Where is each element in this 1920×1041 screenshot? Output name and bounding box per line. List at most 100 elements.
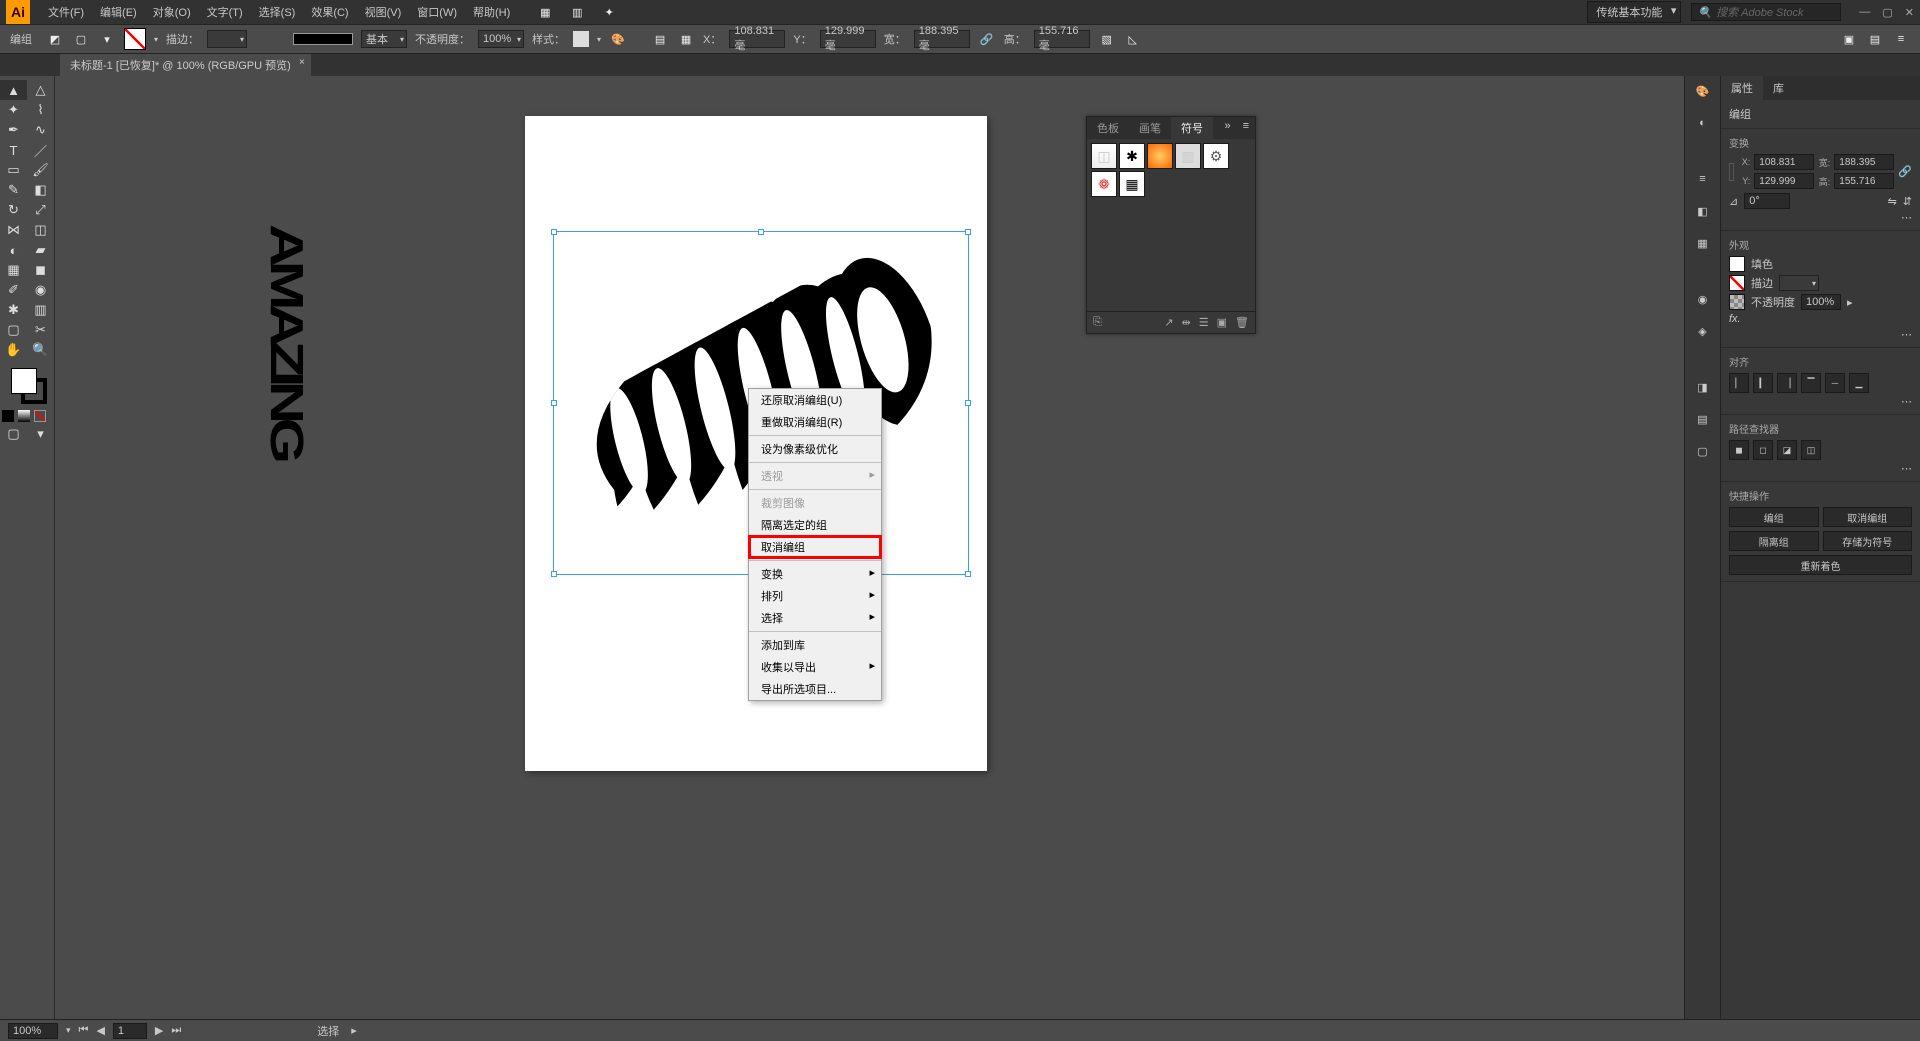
symbol-item[interactable]: [1147, 143, 1173, 169]
align-top[interactable]: ▔: [1801, 373, 1821, 393]
x-value[interactable]: 108.831: [1754, 154, 1814, 170]
color-mode-gradient[interactable]: [18, 410, 30, 422]
link-wh-icon[interactable]: 🔗: [1898, 165, 1912, 178]
workspace-switcher[interactable]: 传统基本功能 ▾: [1587, 1, 1681, 23]
opacity-dropdown[interactable]: 100%: [478, 30, 524, 48]
nav-last-icon[interactable]: ⏭: [171, 1024, 181, 1037]
layers-panel-icon[interactable]: ◨: [1692, 376, 1714, 398]
cm-isolate[interactable]: 隔离选定的组: [749, 514, 881, 536]
appearance-panel-icon[interactable]: ◉: [1692, 288, 1714, 310]
menu-help[interactable]: 帮助(H): [465, 4, 518, 20]
direct-selection-tool[interactable]: △: [27, 80, 54, 100]
search-input[interactable]: 🔍搜索 Adobe Stock: [1691, 3, 1841, 21]
nav-prev-icon[interactable]: ◀: [96, 1024, 104, 1037]
type-tool[interactable]: T: [0, 140, 27, 160]
cm-redo[interactable]: 重做取消编组(R): [749, 411, 881, 433]
y-value[interactable]: 129.999: [1754, 173, 1814, 189]
flip-h-icon[interactable]: ⇋: [1888, 195, 1897, 208]
align-hcenter[interactable]: ▎: [1753, 373, 1773, 393]
rotate-tool[interactable]: ↻: [0, 200, 27, 220]
symbols-panel[interactable]: 色板 画笔 符号 » ≡ ◫ ✱ ▥ ⚙ ❁ ▦: [1086, 116, 1256, 334]
magic-wand-tool[interactable]: ✦: [0, 100, 27, 120]
isolate-icon[interactable]: ▣: [1840, 30, 1858, 48]
place-symbol-icon[interactable]: ↗: [1164, 316, 1173, 329]
symbol-item[interactable]: ▥: [1175, 143, 1201, 169]
corner-icon[interactable]: ◺: [1124, 30, 1142, 48]
color-mode-none[interactable]: [34, 410, 46, 422]
more-options-icon[interactable]: ⋯: [1901, 463, 1912, 475]
column-graph-tool[interactable]: ▥: [27, 300, 54, 320]
artboard-tool[interactable]: ▢: [0, 320, 27, 340]
align-bottom[interactable]: ▁: [1849, 373, 1869, 393]
align-left[interactable]: ▏: [1729, 373, 1749, 393]
zoom-dropdown[interactable]: 100%: [8, 1023, 58, 1039]
qa-ungroup[interactable]: 取消编组: [1823, 507, 1913, 527]
menu-view[interactable]: 视图(V): [357, 4, 410, 20]
panel-menu-icon[interactable]: ≡: [1892, 30, 1910, 48]
symbol-item[interactable]: ❁: [1091, 171, 1117, 197]
stroke-swatch[interactable]: [1729, 275, 1745, 291]
cm-collect-export[interactable]: 收集以导出: [749, 656, 881, 678]
opacity-swatch[interactable]: [1729, 294, 1745, 310]
color-guide-icon[interactable]: ◐: [1692, 112, 1714, 134]
maximize-button[interactable]: ▢: [1882, 6, 1892, 19]
slice-tool[interactable]: ✂: [27, 320, 54, 340]
symbol-item[interactable]: ✱: [1119, 143, 1145, 169]
screen-mode-dd[interactable]: ▾: [27, 424, 54, 444]
screen-mode-normal[interactable]: ▢: [0, 424, 27, 444]
artboard-number[interactable]: 1: [113, 1023, 147, 1039]
close-tab-icon[interactable]: ×: [299, 57, 305, 68]
menu-type[interactable]: 文字(T): [199, 4, 251, 20]
pf-minus[interactable]: ◻: [1753, 440, 1773, 460]
menu-window[interactable]: 窗口(W): [409, 4, 465, 20]
pf-exclude[interactable]: ◫: [1801, 440, 1821, 460]
lasso-tool[interactable]: ⌇: [27, 100, 54, 120]
menu-effect[interactable]: 效果(C): [303, 4, 356, 20]
zoom-tool[interactable]: 🔍: [27, 340, 54, 360]
cm-arrange[interactable]: 排列: [749, 585, 881, 607]
symbol-item[interactable]: ◫: [1091, 143, 1117, 169]
menu-object[interactable]: 对象(O): [145, 4, 199, 20]
flip-v-icon[interactable]: ⇵: [1903, 195, 1912, 208]
more-options-icon[interactable]: ⋯: [1901, 329, 1912, 341]
w-value[interactable]: 188.395 毫: [914, 30, 970, 48]
angle-value[interactable]: 0°: [1744, 193, 1790, 209]
panel-menu-icon[interactable]: ≡: [1237, 117, 1255, 139]
perspective-tool[interactable]: ▰: [27, 240, 54, 260]
symbol-lib-icon[interactable]: ⎘: [1093, 316, 1102, 329]
selection-tool[interactable]: ▲: [0, 80, 27, 100]
symbols-tab[interactable]: 符号: [1171, 117, 1213, 139]
line-tool[interactable]: ／: [27, 140, 54, 160]
close-button[interactable]: ✕: [1905, 6, 1914, 19]
arrange-docs-icon[interactable]: ▥: [568, 3, 586, 21]
free-transform-tool[interactable]: ◫: [27, 220, 54, 240]
menu-file[interactable]: 文件(F): [40, 4, 92, 20]
eyedropper-tool[interactable]: ✐: [0, 280, 27, 300]
menu-select[interactable]: 选择(S): [251, 4, 304, 20]
brush-preset-dropdown[interactable]: 基本: [361, 30, 407, 48]
properties-tab[interactable]: 属性: [1721, 76, 1763, 100]
cm-transform[interactable]: 变换: [749, 563, 881, 585]
break-link-icon[interactable]: ⇹: [1182, 316, 1191, 329]
swatches-tab[interactable]: 色板: [1087, 117, 1129, 139]
color-panel-icon[interactable]: 🎨: [1692, 80, 1714, 102]
stroke-weight[interactable]: [1779, 275, 1819, 291]
h-value[interactable]: 155.716: [1834, 173, 1894, 189]
color-mode-fill[interactable]: [2, 410, 14, 422]
pf-intersect[interactable]: ◪: [1777, 440, 1797, 460]
y-value[interactable]: 129.999 毫: [820, 30, 876, 48]
fill-swatch[interactable]: [124, 28, 146, 50]
transparency-panel-icon[interactable]: ▦: [1692, 232, 1714, 254]
align-right[interactable]: ▕: [1777, 373, 1797, 393]
scale-tool[interactable]: ⤢: [27, 200, 54, 220]
gpu-icon[interactable]: ✦: [600, 3, 618, 21]
paintbrush-tool[interactable]: 🖌: [27, 160, 54, 180]
document-tab[interactable]: 未标题-1 [已恢复]* @ 100% (RGB/GPU 预览)×: [60, 54, 311, 76]
curvature-tool[interactable]: ∿: [27, 120, 54, 140]
delete-symbol-icon[interactable]: 🗑: [1235, 316, 1249, 329]
libraries-tab[interactable]: 库: [1763, 76, 1794, 100]
width-tool[interactable]: ⋈: [0, 220, 27, 240]
cm-undo[interactable]: 还原取消编组(U): [749, 389, 881, 411]
bbox-icon[interactable]: ▢: [72, 30, 90, 48]
qa-save-symbol[interactable]: 存储为符号: [1823, 531, 1913, 551]
